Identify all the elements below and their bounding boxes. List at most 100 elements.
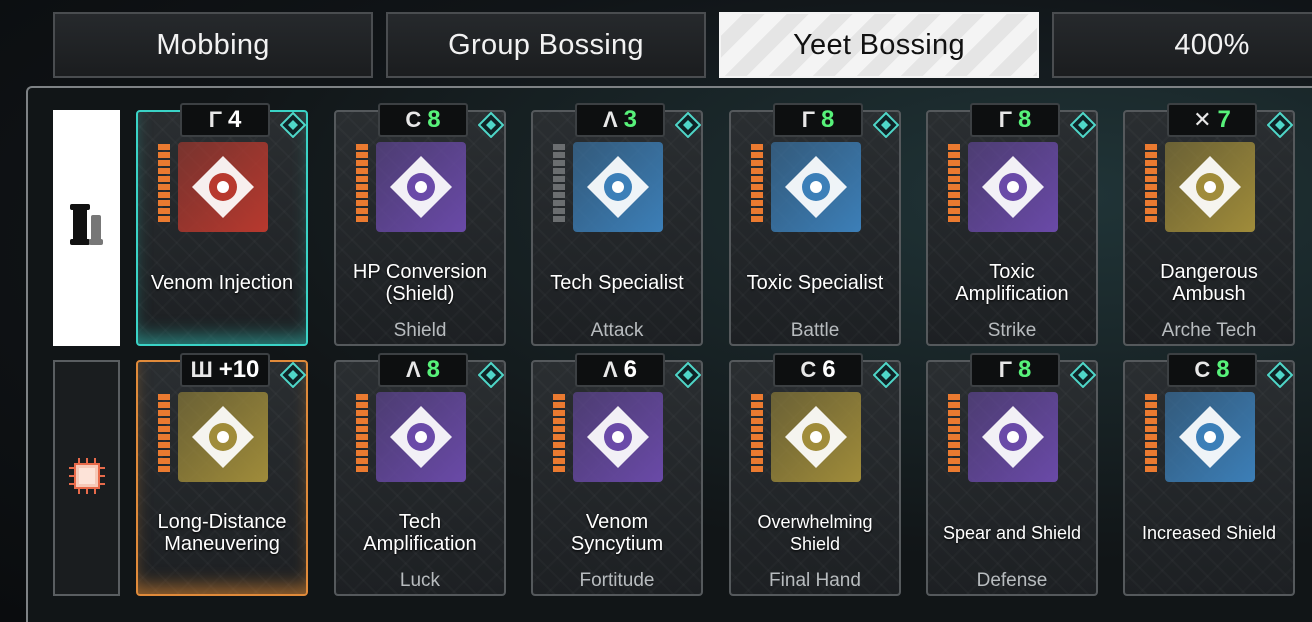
module-emblem-icon	[968, 392, 1058, 482]
socket-type-icon: Ш	[190, 357, 213, 382]
socket-type-icon: Γ	[208, 107, 222, 132]
module-card[interactable]: C 8 Increased Shield	[1123, 353, 1295, 596]
module-name: Overwhelming Shield	[757, 512, 873, 554]
socket-type-icon: Λ	[602, 107, 618, 132]
rarity-gem-icon	[1265, 360, 1295, 390]
module-name: Increased Shield	[1141, 523, 1277, 543]
module-category: Attack	[590, 320, 644, 341]
rarity-gem-icon	[476, 110, 506, 140]
capacity-value: 6	[822, 356, 836, 383]
module-capacity-badge: Ш +10	[180, 353, 270, 387]
module-name: Venom Syncytium	[570, 511, 664, 555]
module-category: Shield	[393, 320, 447, 341]
socket-type-icon: C	[800, 357, 817, 382]
module-card[interactable]: Γ 4 Venom Injection	[136, 103, 308, 346]
module-card[interactable]: Γ 8 Toxic Amplification Strike	[926, 103, 1098, 346]
tab-mobbing[interactable]: Mobbing	[53, 12, 373, 78]
capacity-value: 3	[623, 106, 638, 133]
module-emblem-icon	[771, 392, 861, 482]
module-card[interactable]: Λ 8 Tech Amplification Luck	[334, 353, 506, 596]
enhance-level-bars	[356, 144, 368, 228]
module-capacity-badge: Γ8	[970, 353, 1060, 387]
module-emblem-icon	[968, 142, 1058, 232]
chip-icon	[65, 454, 109, 503]
rarity-gem-icon	[1068, 360, 1098, 390]
enhance-level-bars	[1145, 144, 1157, 228]
module-name: Tech Amplification	[363, 511, 477, 555]
module-name: Toxic Amplification	[955, 261, 1069, 305]
module-category: Battle	[790, 320, 840, 341]
module-emblem-icon	[771, 142, 861, 232]
module-category: Arche Tech	[1161, 320, 1257, 341]
module-emblem-icon	[573, 392, 663, 482]
module-card[interactable]: Γ 8 Spear and Shield Defense	[926, 353, 1098, 596]
tab-yeet-bossing[interactable]: Yeet Bossing	[719, 12, 1039, 78]
module-capacity-badge: C8	[1167, 353, 1257, 387]
module-emblem-icon	[178, 142, 268, 232]
socket-type-icon: C	[405, 107, 422, 132]
module-scroll-icon	[67, 201, 107, 256]
module-capacity-badge: Γ8	[970, 103, 1060, 137]
module-name: Long-Distance Maneuvering	[157, 511, 287, 555]
module-capacity-badge: Γ8	[773, 103, 863, 137]
module-capacity-badge: C6	[773, 353, 863, 387]
mode-tabs: Mobbing Group Bossing Yeet Bossing 400%	[0, 12, 1312, 78]
module-name: Venom Injection	[150, 272, 294, 294]
enhance-level-bars	[553, 394, 565, 478]
module-emblem-icon	[573, 142, 663, 232]
module-emblem-icon	[1165, 142, 1255, 232]
module-card[interactable]: Λ 3 Tech Specialist Attack	[531, 103, 703, 346]
enhance-level-bars	[158, 394, 170, 478]
module-category: Fortitude	[579, 570, 655, 591]
module-card[interactable]: ✕ 7 Dangerous Ambush Arche Tech	[1123, 103, 1295, 346]
module-card[interactable]: Ш +10 Long-Distance Maneuvering	[136, 353, 308, 596]
socket-type-icon: Γ	[998, 107, 1012, 132]
rarity-gem-icon	[278, 110, 308, 140]
tab-400-percent[interactable]: 400%	[1052, 12, 1312, 78]
module-capacity-badge: Λ6	[575, 353, 665, 387]
module-card[interactable]: C 8 HP Conversion (Shield) Shield	[334, 103, 506, 346]
module-category: Defense	[976, 570, 1048, 591]
enhance-level-bars	[948, 144, 960, 228]
socket-type-icon: Γ	[998, 357, 1012, 382]
row-tab-modules[interactable]	[53, 110, 120, 346]
socket-type-icon: Λ	[602, 357, 618, 382]
module-name: Spear and Shield	[942, 523, 1082, 543]
module-name: Toxic Specialist	[746, 272, 884, 294]
capacity-value: 8	[1216, 356, 1230, 383]
rarity-gem-icon	[871, 110, 901, 140]
capacity-value: 8	[1017, 106, 1032, 133]
rarity-gem-icon	[673, 110, 703, 140]
module-capacity-badge: Γ4	[180, 103, 270, 137]
module-category: Luck	[399, 570, 441, 591]
enhance-level-bars	[1145, 394, 1157, 478]
module-emblem-icon	[376, 392, 466, 482]
capacity-value: 8	[1017, 356, 1032, 383]
socket-type-icon: ✕	[1193, 107, 1212, 132]
module-card[interactable]: Γ 8 Toxic Specialist Battle	[729, 103, 901, 346]
module-card[interactable]: Λ 6 Venom Syncytium Fortitude	[531, 353, 703, 596]
module-capacity-badge: Λ3	[575, 103, 665, 137]
capacity-value: 8	[427, 106, 441, 133]
capacity-value: 8	[820, 106, 835, 133]
module-name: HP Conversion (Shield)	[352, 261, 488, 305]
module-capacity-badge: Λ8	[378, 353, 468, 387]
module-name: Tech Specialist	[550, 272, 684, 294]
enhance-level-bars	[356, 394, 368, 478]
row-tab-chips[interactable]	[53, 360, 120, 596]
module-capacity-badge: C8	[378, 103, 468, 137]
module-category: Final Hand	[769, 570, 861, 591]
capacity-value: +10	[218, 356, 260, 383]
socket-type-icon: Γ	[801, 107, 815, 132]
capacity-value: 7	[1217, 106, 1231, 133]
module-capacity-badge: ✕ 7	[1167, 103, 1257, 137]
enhance-level-bars	[751, 144, 763, 228]
capacity-value: 4	[227, 106, 242, 133]
socket-type-icon: Λ	[405, 357, 421, 382]
capacity-value: 8	[426, 356, 441, 383]
rarity-gem-icon	[1068, 110, 1098, 140]
rarity-gem-icon	[1265, 110, 1295, 140]
module-card[interactable]: C 6 Overwhelming Shield Final Hand	[729, 353, 901, 596]
enhance-level-bars	[553, 144, 565, 228]
tab-group-bossing[interactable]: Group Bossing	[386, 12, 706, 78]
